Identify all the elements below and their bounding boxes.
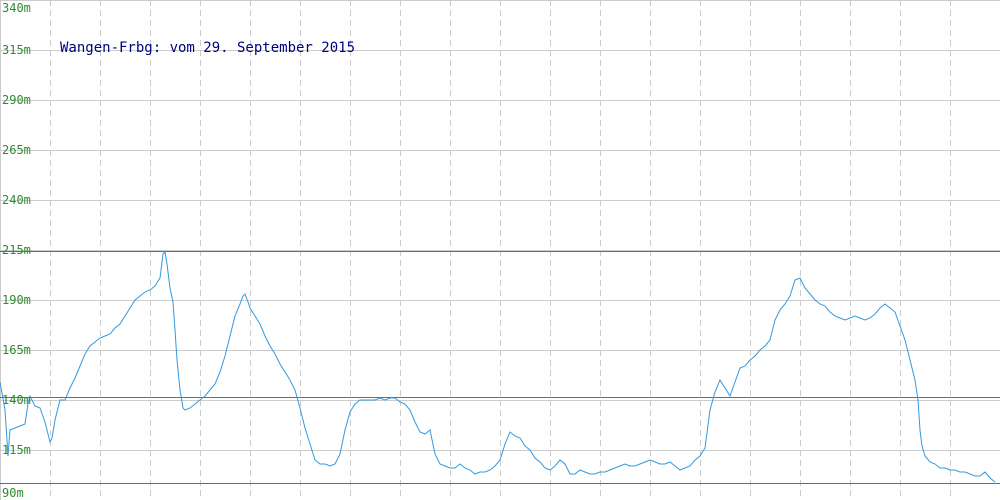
y-tick-label: 115m: [2, 443, 31, 457]
series-layer: [0, 250, 996, 483]
y-tick-label: 290m: [2, 93, 31, 107]
y-tick-label: 140m: [2, 393, 31, 407]
y-tick-label: 190m: [2, 293, 31, 307]
y-tick-label: 340m: [2, 1, 31, 15]
y-tick-label: 165m: [2, 343, 31, 357]
y-tick-label: 215m: [2, 243, 31, 257]
y-tick-label: 265m: [2, 143, 31, 157]
series-line: [0, 250, 996, 483]
elevation-chart: 90m 115m 140m 165m 190m 215m 240m 265m 290m 315m 3…: [0, 0, 1000, 500]
chart-title: Wangen-Frbg: vom 29. September 2015: [60, 40, 355, 56]
chart-canvas: 90m 115m 140m 165m 190m 215m 240m 265m 290m 315m 3…: [0, 0, 1000, 500]
grid: [0, 0, 1000, 500]
y-tick-label: 240m: [2, 193, 31, 207]
y-tick-label: 315m: [2, 43, 31, 57]
y-tick-label: 90m: [2, 486, 24, 500]
reference-lines: [0, 251, 1000, 484]
